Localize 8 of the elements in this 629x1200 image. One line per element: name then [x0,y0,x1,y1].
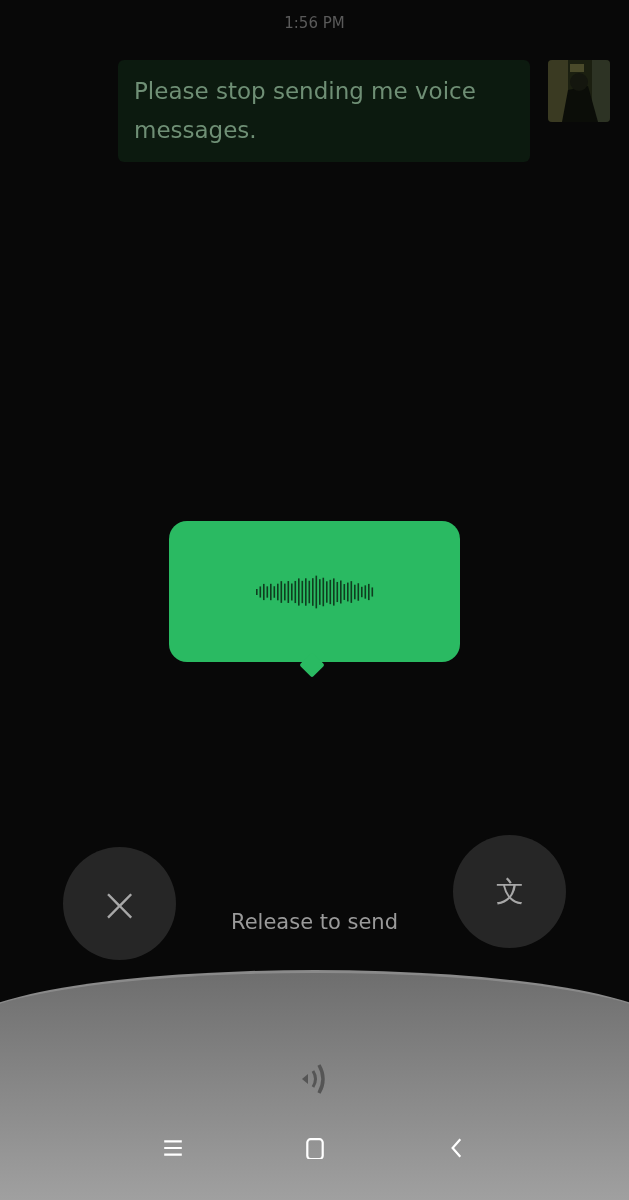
hint-text: Release to send [231,910,398,934]
translate-button[interactable]: 文 [453,835,566,948]
hold-to-talk-panel[interactable] [0,970,629,1200]
timestamp: 1:56 PM [284,14,345,32]
menu-icon[interactable] [161,1137,184,1159]
message-bubble: Please stop sending me voice messages. [118,60,530,162]
cancel-button[interactable]: × [63,847,176,960]
home-icon[interactable] [303,1137,326,1159]
